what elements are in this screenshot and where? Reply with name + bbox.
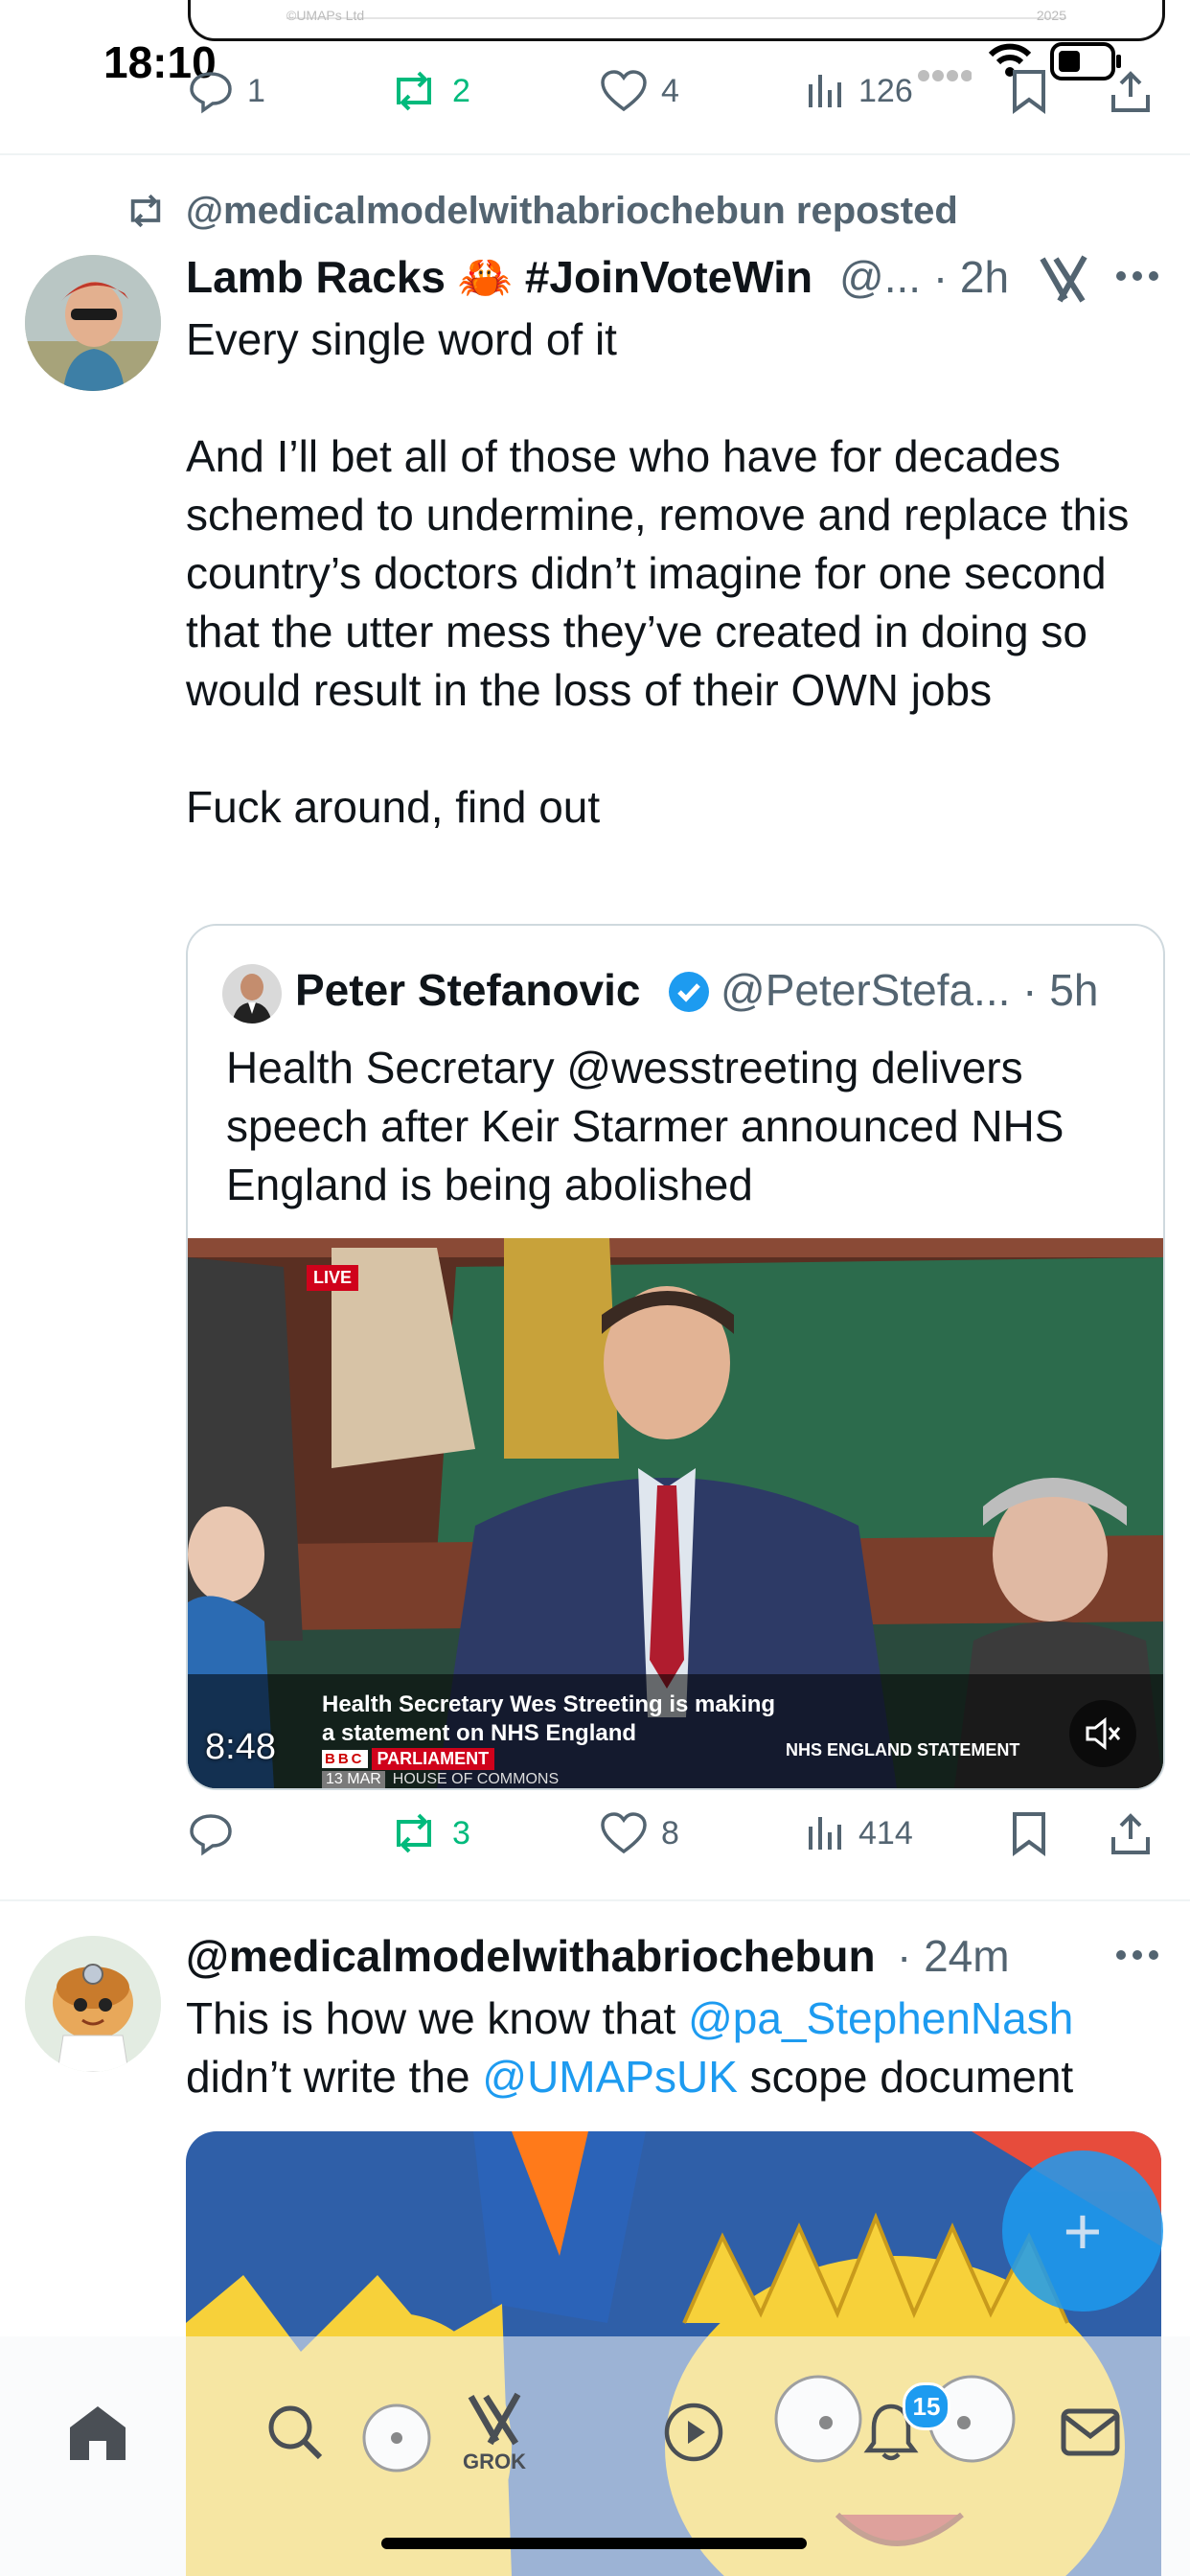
- repost-count: 2: [452, 72, 470, 109]
- like-button[interactable]: 8: [600, 1800, 679, 1867]
- more-options-icon[interactable]: [1115, 1949, 1159, 1961]
- quoted-tweet-card[interactable]: Peter Stefanovic @PeterStefa... · 5h Hea…: [186, 924, 1165, 1790]
- video-duration: 8:48: [205, 1727, 276, 1767]
- tweet-time[interactable]: · 24m: [897, 1930, 1010, 1982]
- author-name[interactable]: Lamb Racks 🦀 #JoinVoteWin: [186, 251, 812, 304]
- bookmark-button[interactable]: [1010, 58, 1048, 125]
- program-info: 13 MAR HOUSE OF COMMONS: [322, 1771, 559, 1788]
- video-play-icon: [663, 2402, 724, 2463]
- reply-button[interactable]: [188, 1800, 247, 1867]
- tweet-divider: [0, 1899, 1190, 1901]
- repost-count: 3: [452, 1814, 470, 1852]
- avatar[interactable]: [25, 255, 161, 391]
- tweet-divider: [0, 153, 1190, 155]
- card-divider: [286, 17, 1066, 19]
- mute-button[interactable]: [1069, 1700, 1136, 1767]
- bbc-logo: BBC: [322, 1750, 368, 1768]
- reply-icon: [188, 68, 234, 114]
- grok-icon: [462, 2390, 527, 2448]
- previous-tweet-actions: 1 2 4 126: [188, 58, 1156, 125]
- repost-icon: [389, 68, 439, 114]
- mention-link[interactable]: @UMAPsUK: [482, 2052, 738, 2102]
- reply-button[interactable]: 1: [188, 58, 265, 125]
- date-label: 13 MAR: [322, 1771, 385, 1788]
- grok-label: GROK: [463, 2450, 526, 2473]
- repost-small-icon: [123, 192, 169, 230]
- share-button[interactable]: [1110, 1800, 1152, 1867]
- like-button[interactable]: 4: [600, 58, 679, 125]
- like-count: 4: [661, 72, 679, 109]
- quote-avatar[interactable]: [222, 964, 282, 1024]
- video-player[interactable]: LIVE Health Secretary Wes Streeting is m…: [188, 1238, 1163, 1788]
- share-button[interactable]: [1110, 58, 1152, 125]
- home-icon: [66, 2403, 129, 2462]
- caption-line-1: Health Secretary Wes Streeting is making: [322, 1691, 776, 1717]
- live-badge: LIVE: [307, 1265, 359, 1291]
- views-count: 414: [858, 1814, 913, 1852]
- avatar[interactable]: [25, 1936, 161, 2072]
- more-options-icon[interactable]: [1115, 270, 1159, 282]
- tweet-text: Every single word of it And I’ll bet all…: [186, 314, 1130, 832]
- tab-messages[interactable]: [1033, 2375, 1148, 2490]
- compose-button[interactable]: +: [1002, 2150, 1163, 2312]
- home-indicator[interactable]: [381, 2538, 807, 2549]
- reply-icon: [188, 1810, 234, 1856]
- views-button[interactable]: 414: [805, 1800, 913, 1867]
- tab-video[interactable]: [636, 2375, 751, 2490]
- repost-button[interactable]: 3: [389, 1800, 470, 1867]
- speaker-muted-icon: [1084, 1716, 1122, 1751]
- author-name[interactable]: @medicalmodelwithabriochebun: [186, 1930, 876, 1982]
- share-icon: [1110, 68, 1152, 114]
- repost-icon: [389, 1810, 439, 1856]
- bookmark-button[interactable]: [1010, 1800, 1048, 1867]
- channel-name: PARLIAMENT: [371, 1748, 495, 1770]
- tab-search[interactable]: [238, 2375, 353, 2490]
- tweet-text: This is how we know that @pa_StephenNash…: [186, 1990, 1154, 2106]
- search-icon: [264, 2402, 326, 2463]
- quote-handle-time[interactable]: @PeterStefa... · 5h: [721, 964, 1098, 1016]
- views-icon: [805, 1813, 845, 1853]
- mail-icon: [1060, 2407, 1121, 2457]
- heart-icon: [600, 1811, 648, 1855]
- tab-notifications[interactable]: 15: [834, 2375, 950, 2490]
- tab-home[interactable]: [40, 2375, 155, 2490]
- video-caption: Health Secretary Wes Streeting is making…: [322, 1690, 775, 1748]
- share-icon: [1110, 1810, 1152, 1856]
- quote-author-name[interactable]: Peter Stefanovic: [295, 964, 640, 1016]
- views-count: 126: [858, 72, 913, 109]
- previous-card-remnant[interactable]: ©UMAPs Ltd 2025: [188, 0, 1165, 41]
- text-part-2: didn’t write the: [186, 2052, 483, 2102]
- ticker-label: NHS ENGLAND STATEMENT: [786, 1740, 1020, 1760]
- card-footer-left: ©UMAPs Ltd: [286, 8, 365, 23]
- caption-line-2: a statement on NHS England: [322, 1720, 637, 1746]
- views-icon: [805, 71, 845, 111]
- location-label: HOUSE OF COMMONS: [392, 1771, 560, 1787]
- mention-link[interactable]: @pa_StephenNash: [688, 1993, 1073, 2043]
- bookmark-icon: [1010, 68, 1048, 114]
- text-part-3: scope document: [737, 2052, 1074, 2102]
- channel-bar: BBC PARLIAMENT: [322, 1748, 495, 1770]
- handle-time[interactable]: @... · 2h: [839, 251, 1009, 303]
- reply-count: 1: [247, 72, 265, 109]
- tweet-actions: 3 8 414: [188, 1800, 1156, 1867]
- tab-grok[interactable]: GROK: [437, 2375, 552, 2490]
- grok-icon[interactable]: [1037, 253, 1090, 305]
- like-count: 8: [661, 1814, 679, 1852]
- bookmark-icon: [1010, 1810, 1048, 1856]
- quote-text: Health Secretary @wesstreeting delivers …: [226, 1043, 1064, 1209]
- notification-badge: 15: [903, 2382, 950, 2430]
- heart-icon: [600, 69, 648, 113]
- repost-label[interactable]: @medicalmodelwithabriochebun reposted: [186, 190, 958, 233]
- repost-button[interactable]: 2: [389, 58, 470, 125]
- views-button[interactable]: 126: [805, 58, 913, 125]
- card-footer-right: 2025: [1036, 8, 1066, 23]
- verified-badge-icon: [667, 970, 711, 1014]
- text-part-1: This is how we know that: [186, 1993, 689, 2043]
- plus-icon: +: [1063, 2194, 1103, 2268]
